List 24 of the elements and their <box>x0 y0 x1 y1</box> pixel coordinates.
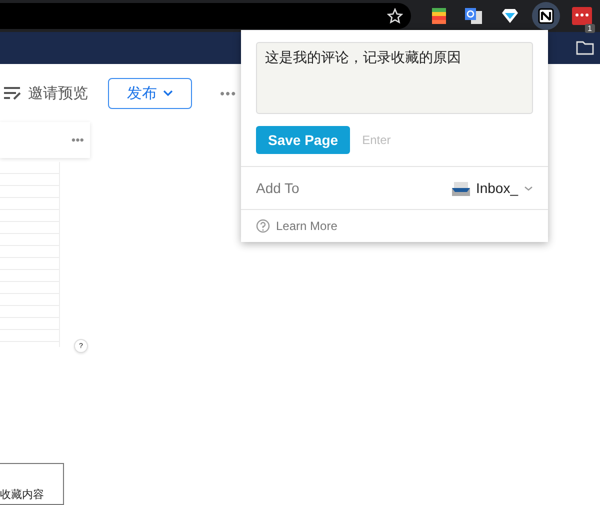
save-page-button[interactable]: Save Page <box>256 126 350 154</box>
add-to-label: Add To <box>256 180 300 196</box>
stacked-bars-icon[interactable] <box>432 8 446 24</box>
dots-icon[interactable] <box>572 7 592 25</box>
comment-field[interactable]: 这是我的评论，记录收藏的原因 <box>256 42 533 114</box>
chevron-down-icon <box>163 90 173 96</box>
learn-more-link[interactable]: Learn More <box>241 210 548 242</box>
folder-icon[interactable] <box>576 41 594 55</box>
box-text: 收藏内容 <box>0 488 44 502</box>
invite-preview-button[interactable]: 邀请预览 <box>4 84 88 102</box>
star-icon[interactable] <box>386 8 403 24</box>
chevron-down-icon <box>524 186 533 190</box>
help-circle-icon <box>256 219 270 233</box>
diamond-icon[interactable] <box>502 9 518 23</box>
destination-select[interactable]: Inbox_ <box>452 180 533 196</box>
publish-button[interactable]: 发布 <box>108 78 192 108</box>
more-button[interactable]: ••• <box>71 133 84 147</box>
shortcut-hint: Enter <box>362 133 391 147</box>
translate-icon[interactable] <box>465 8 484 24</box>
edit-list-icon <box>4 86 22 100</box>
inbox-tray-icon <box>452 180 470 196</box>
notion-icon[interactable] <box>532 2 560 30</box>
more-button[interactable]: ••• <box>220 86 237 100</box>
notification-badge: 1 <box>584 24 595 33</box>
